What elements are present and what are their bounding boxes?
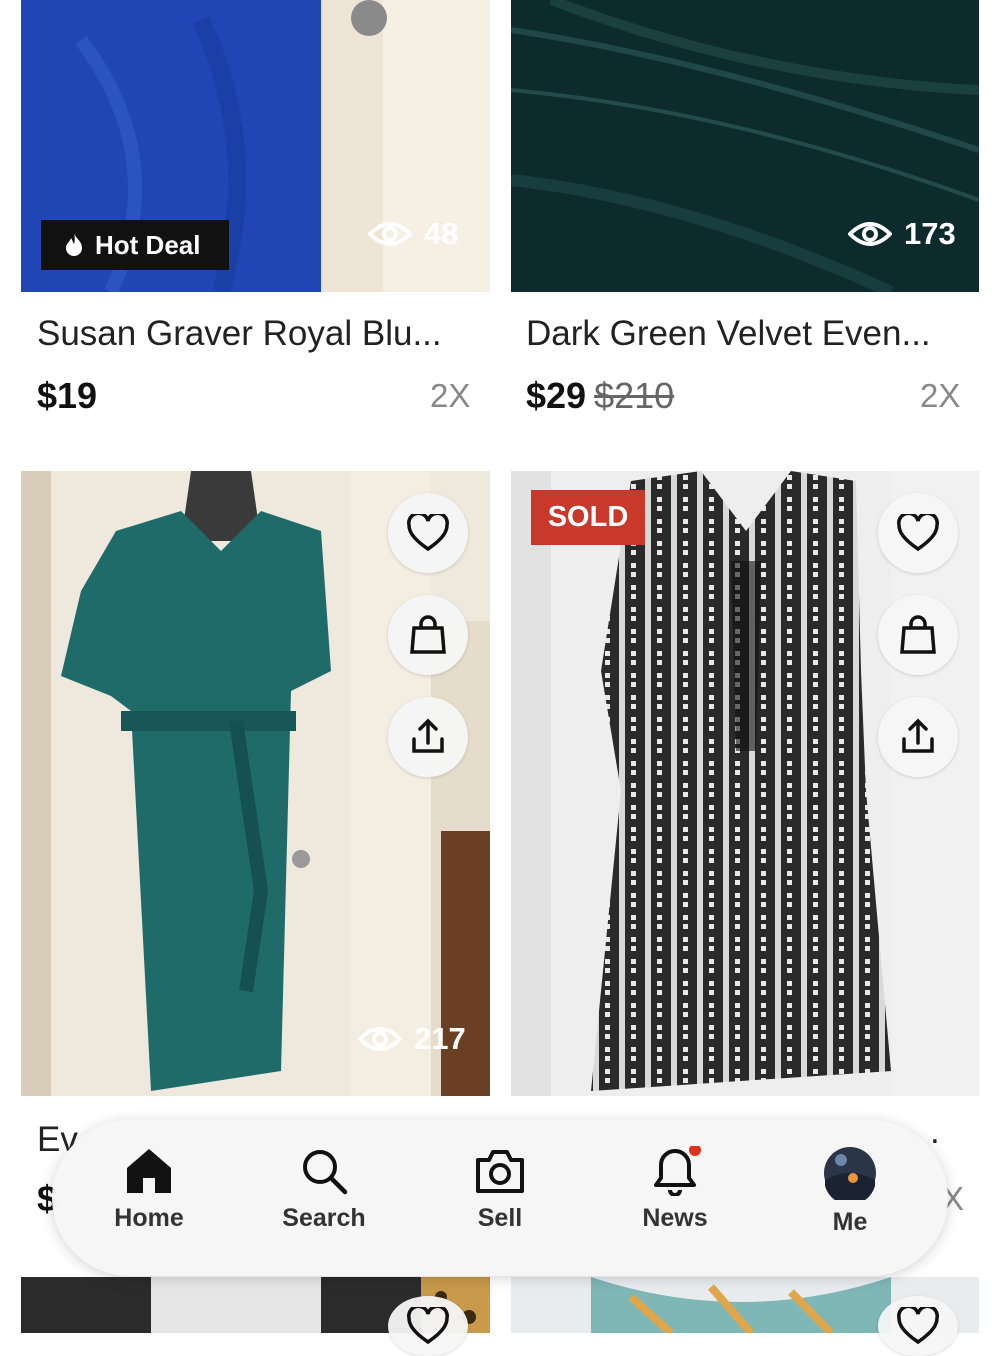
listing-size: 2X [430,377,471,414]
listing-title[interactable]: Susan Graver Royal Blu... [37,314,477,354]
eye-icon [368,222,412,246]
like-button[interactable] [878,1296,958,1356]
nav-label: Home [114,1204,184,1232]
hot-deal-badge: Hot Deal [41,220,229,270]
original-price: $210 [594,375,675,416]
view-count: 173 [848,216,956,252]
listing-price: $19 [37,375,98,416]
eye-icon [358,1027,402,1051]
add-to-bag-button[interactable] [388,595,468,675]
view-count: 217 [358,1021,466,1057]
listing-title[interactable]: Dark Green Velvet Even... [526,314,966,354]
heart-icon [897,1307,939,1345]
nav-label: Me [832,1208,868,1236]
nav-sell[interactable]: Sell [430,1146,570,1233]
nav-label: Search [282,1204,366,1232]
heart-icon [407,514,449,552]
home-icon [127,1149,171,1193]
like-button[interactable] [878,493,958,573]
notification-dot [689,1146,701,1156]
share-button[interactable] [388,697,468,777]
eye-icon [848,222,892,246]
heart-icon [897,514,939,552]
nav-label: Sell [477,1204,523,1232]
add-to-bag-button[interactable] [878,595,958,675]
shopping-bag-icon [900,615,936,654]
nav-label: News [642,1204,708,1232]
listing-price: $29 $210 [526,375,675,416]
nav-home[interactable]: Home [79,1146,219,1233]
nav-news[interactable]: News [605,1146,745,1233]
heart-icon [407,1307,449,1345]
share-icon [412,718,444,753]
search-icon [303,1150,348,1195]
listing-title[interactable]: . [930,1112,960,1152]
view-count: 48 [368,216,458,252]
camera-icon [476,1150,524,1193]
sold-badge: SOLD [531,490,645,545]
like-button[interactable] [388,1296,468,1356]
share-button[interactable] [878,697,958,777]
hot-deal-label: Hot Deal [95,229,201,260]
like-button[interactable] [388,493,468,573]
flame-icon [66,233,82,256]
bell-icon [654,1146,701,1196]
avatar [824,1147,876,1200]
nav-me[interactable]: Me [780,1146,920,1237]
nav-search[interactable]: Search [254,1146,394,1233]
bottom-nav-bar: Home Search Sell News Me [52,1120,948,1276]
listing-size: 2X [920,377,961,414]
shopping-bag-icon [410,615,446,654]
share-icon [902,718,934,753]
